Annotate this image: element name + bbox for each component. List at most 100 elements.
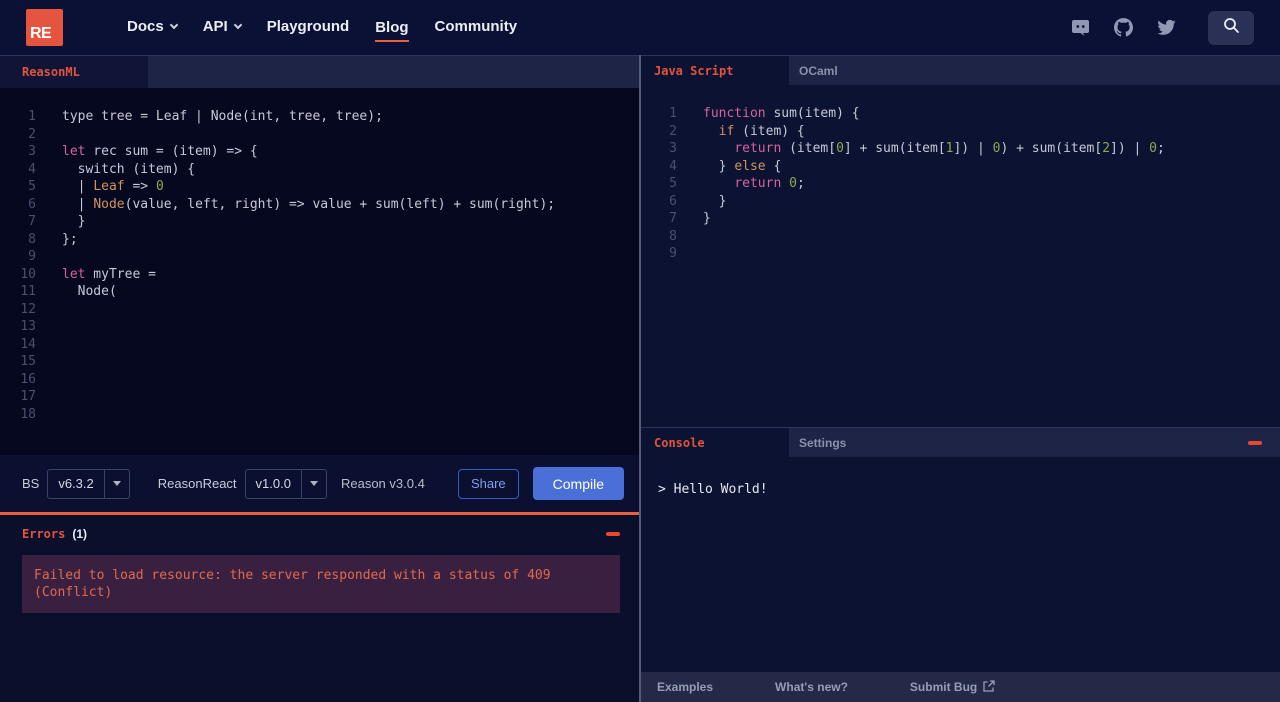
code-line: 5 return 0; [641, 175, 1280, 193]
code-line: 9 [0, 248, 639, 266]
dropdown-arrow-icon[interactable] [300, 469, 326, 498]
line-number: 1 [28, 109, 36, 124]
submit-bug-link[interactable]: Submit Bug [909, 679, 995, 695]
code-line: 7 } [0, 213, 639, 231]
bs-label: BS [22, 476, 40, 491]
reason-logo[interactable]: RE [26, 9, 63, 46]
console-tabbar: Console Settings [641, 427, 1280, 457]
nav-item-label: API [202, 18, 228, 35]
submit-bug-label: Submit Bug [909, 680, 978, 694]
errors-panel: Errors (1) Failed to load resource: the … [0, 515, 639, 702]
line-number: 18 [20, 406, 36, 422]
nav-item-label: Community [434, 18, 518, 35]
line-number: 17 [20, 389, 36, 404]
code-line: 5 | Leaf => 0 [0, 178, 639, 196]
tab-ocaml[interactable]: OCaml [789, 56, 838, 85]
nav-menu: Docs API Playground Blog Community [127, 18, 518, 42]
tab-javascript[interactable]: Java Script [641, 56, 789, 85]
line-number: 7 [28, 214, 36, 229]
code-line: 1 function sum(item) { [641, 105, 1280, 123]
line-number: 4 [669, 158, 677, 174]
line-number: 1 [669, 106, 677, 121]
code-line: 8}; [0, 231, 639, 249]
line-number: 9 [669, 246, 677, 261]
code-line: 11 Node( [0, 283, 639, 301]
line-number: 7 [669, 211, 677, 226]
error-message: Failed to load resource: the server resp… [22, 555, 620, 613]
collapse-minus-icon[interactable] [1248, 440, 1262, 445]
errors-header: Errors (1) [0, 515, 639, 553]
reasonreact-version-value: v1.0.0 [255, 476, 291, 491]
line-number: 8 [669, 228, 677, 244]
code-line: 8 [641, 228, 1280, 246]
line-number: 2 [28, 126, 36, 142]
nav-item-playground[interactable]: Playground [267, 18, 350, 37]
code-line: 10 let myTree = [0, 266, 639, 284]
nav-item-label: Playground [266, 18, 350, 35]
whats-new-link[interactable]: What's new? [775, 680, 848, 694]
code-line: 12 [0, 301, 639, 319]
collapse-minus-icon[interactable] [606, 532, 620, 536]
line-number: 2 [669, 123, 677, 139]
main-split: ReasonML 1 type tree = Leaf | Node(int, t… [0, 55, 1280, 702]
code-line: 18 [0, 406, 639, 424]
reasonreact-label: ReasonReact [157, 476, 237, 491]
code-line: 4 } else { [641, 158, 1280, 176]
examples-link[interactable]: Examples [657, 680, 713, 694]
tab-console[interactable]: Console [641, 428, 789, 457]
line-number: 8 [28, 231, 36, 247]
code-line: 7} [641, 210, 1280, 228]
errors-count-badge: (1) [72, 527, 88, 541]
tab-settings[interactable]: Settings [789, 428, 846, 457]
line-number: 3 [28, 144, 36, 159]
line-number: 6 [28, 196, 36, 212]
line-number: 9 [28, 249, 36, 264]
right-panel: Java Script OCaml 1 function sum(item) {2… [639, 55, 1280, 702]
nav-item-label: Docs [127, 18, 164, 35]
line-number: 12 [20, 301, 36, 317]
reason-editor[interactable]: 1 type tree = Leaf | Node(int, tree, tree… [0, 88, 639, 455]
reasonreact-version-select[interactable]: v1.0.0 [244, 468, 327, 499]
errors-title: Errors [22, 527, 66, 541]
line-number: 5 [28, 179, 36, 194]
search-button[interactable] [1208, 10, 1254, 45]
line-number: 6 [669, 193, 677, 209]
code-line: 2 if (item) { [641, 123, 1280, 141]
github-icon[interactable] [1114, 18, 1133, 37]
code-line: 1 type tree = Leaf | Node(int, tree, tree… [0, 108, 639, 126]
navbar: RE Docs API Playground Blog Community [0, 0, 1280, 55]
nav-item-blog[interactable]: Blog [375, 19, 409, 42]
tab-reasonml[interactable]: ReasonML [0, 56, 148, 88]
left-panel: ReasonML 1 type tree = Leaf | Node(int, t… [0, 55, 639, 702]
bs-version-select[interactable]: v6.3.2 [47, 468, 130, 499]
nav-right [1071, 10, 1254, 45]
line-number: 15 [20, 354, 36, 369]
code-line: 6 | Node(value, left, right) => value + … [0, 196, 639, 214]
line-number: 14 [20, 336, 36, 352]
code-line: 14 [0, 336, 639, 354]
twitter-icon[interactable] [1157, 19, 1176, 36]
external-link-icon [983, 679, 995, 695]
share-button[interactable]: Share [457, 468, 519, 499]
dropdown-arrow-icon[interactable] [103, 469, 129, 498]
javascript-output-editor[interactable]: 1 function sum(item) {2 if (item) {3 retu… [641, 85, 1280, 427]
nav-item-api[interactable]: API [202, 18, 242, 37]
line-number: 3 [669, 141, 677, 156]
code-line: 2 [0, 126, 639, 144]
nav-item-community[interactable]: Community [435, 18, 518, 37]
search-icon [1223, 17, 1240, 39]
compile-button[interactable]: Compile [532, 467, 624, 500]
code-line: 3 return (item[0] + sum(item[1]) | 0) + … [641, 140, 1280, 158]
discord-icon[interactable] [1071, 19, 1090, 36]
bs-version-value: v6.3.2 [58, 476, 94, 491]
code-line: 4 switch (item) { [0, 161, 639, 179]
code-line: 17 [0, 388, 639, 406]
line-number: 11 [20, 284, 36, 299]
chevron-down-icon [169, 20, 178, 29]
console-output: > Hello World! [641, 457, 1280, 672]
code-line: 3 let rec sum = (item) => { [0, 143, 639, 161]
code-line: 9 [641, 245, 1280, 263]
line-number: 13 [20, 319, 36, 334]
nav-item-docs[interactable]: Docs [127, 18, 178, 37]
code-line: 6 } [641, 193, 1280, 211]
